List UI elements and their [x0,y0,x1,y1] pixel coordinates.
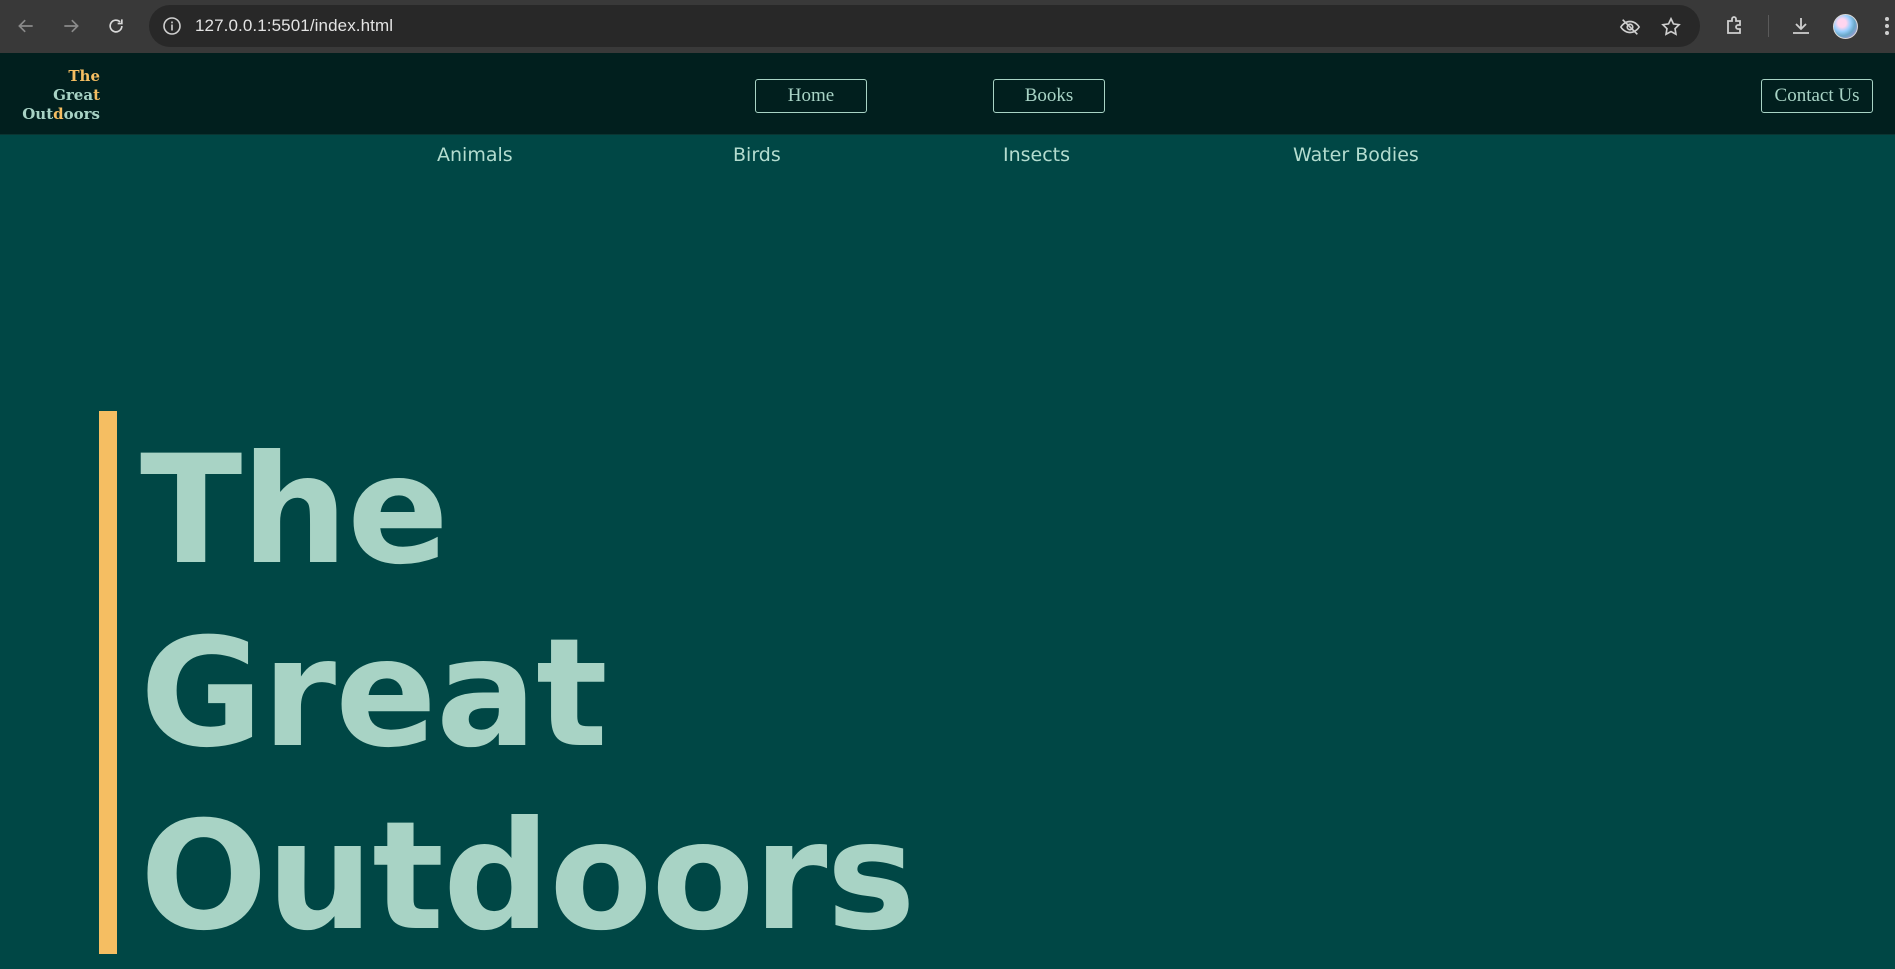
nav-link-insects[interactable]: Insects [1003,144,1070,166]
more-vertical-icon[interactable] [1882,14,1892,38]
browser-toolbar: 127.0.0.1:5501/index.html [0,0,1895,53]
arrow-left-icon [18,19,33,33]
books-button[interactable]: Books [993,79,1105,113]
category-nav: Animals Birds Insects Water Bodies [0,136,1895,176]
logo-text: Out [22,105,54,123]
reload-icon [109,19,123,33]
hero-accent-bar [99,411,117,954]
reload-button[interactable] [104,14,128,38]
star-icon[interactable] [1660,16,1682,38]
logo-text: d [53,105,64,123]
home-button[interactable]: Home [755,79,867,113]
hero-title-line: The [140,424,449,598]
toolbar-divider [1768,15,1769,37]
hero-title-line: Great [140,607,608,781]
hero-title: The Great Outdoors [140,420,916,969]
arrow-right-icon [64,19,79,33]
nav-link-water-bodies[interactable]: Water Bodies [1293,144,1419,166]
puzzle-icon[interactable] [1723,14,1747,38]
back-button[interactable] [14,14,38,38]
avatar[interactable] [1833,14,1858,39]
logo-text: Grea [53,86,94,104]
nav-link-birds[interactable]: Birds [733,144,781,166]
site-logo[interactable]: The Great Outdoors [20,67,100,124]
url-text[interactable]: 127.0.0.1:5501/index.html [195,16,393,36]
forward-button[interactable] [59,14,83,38]
contact-us-button[interactable]: Contact Us [1761,79,1873,113]
address-bar[interactable]: 127.0.0.1:5501/index.html [149,5,1700,47]
logo-text: t [93,86,100,104]
eye-off-icon[interactable] [1619,16,1641,38]
download-icon[interactable] [1789,14,1813,38]
nav-link-animals[interactable]: Animals [437,144,513,166]
site-header: The Great Outdoors Home Books Contact Us [0,53,1895,135]
logo-text: oors [63,105,100,123]
info-icon[interactable] [162,16,182,36]
logo-text: The [68,67,100,85]
hero-title-line: Outdoors [140,790,916,964]
